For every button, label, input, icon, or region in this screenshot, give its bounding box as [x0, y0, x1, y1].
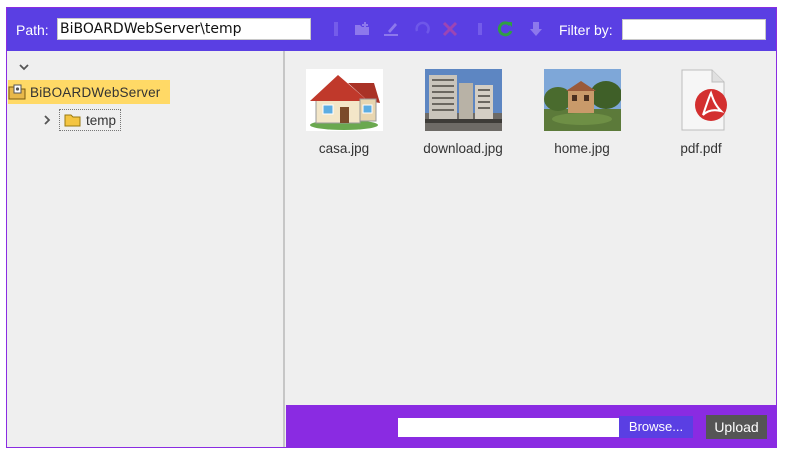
tree-node-temp[interactable]: temp	[59, 109, 122, 131]
file-name: casa.jpg	[318, 141, 370, 156]
file-name: pdf.pdf	[680, 141, 722, 156]
undo-icon[interactable]	[413, 20, 431, 38]
folder-tree: BiBOARDWebServer temp	[7, 51, 285, 447]
info-icon[interactable]	[471, 20, 489, 38]
file-item-download[interactable]: download.jpg	[408, 69, 518, 156]
refresh-icon[interactable]	[496, 20, 514, 38]
tree-item-label: temp	[86, 112, 117, 128]
filter-input[interactable]	[622, 19, 766, 40]
path-input[interactable]: BiBOARDWebServer\temp	[57, 18, 311, 40]
cut-icon[interactable]	[327, 20, 345, 38]
browse-button[interactable]: Browse...	[619, 416, 693, 438]
file-name: home.jpg	[554, 141, 610, 156]
chevron-down-icon[interactable]	[19, 63, 29, 71]
chevron-right-icon[interactable]	[43, 115, 51, 125]
file-item-home[interactable]: home.jpg	[527, 69, 637, 156]
file-item-pdf[interactable]: pdf.pdf	[646, 69, 756, 156]
filter-label: Filter by:	[559, 22, 613, 38]
rename-icon[interactable]	[382, 20, 400, 38]
file-name: download.jpg	[423, 141, 503, 156]
new-folder-icon[interactable]	[353, 20, 371, 38]
upload-bar: Browse... Upload	[286, 405, 776, 447]
villa-thumbnail	[543, 69, 621, 131]
folder-icon	[64, 114, 81, 127]
file-manager: Path: BiBOARDWebServer\temp Filter by: B…	[6, 7, 777, 448]
delete-icon[interactable]	[441, 20, 459, 38]
toolbar: Path: BiBOARDWebServer\temp Filter by:	[7, 8, 776, 51]
file-item-casa[interactable]: casa.jpg	[289, 69, 399, 156]
upload-file-field[interactable]	[398, 418, 619, 437]
server-folder-icon	[8, 84, 26, 100]
tree-root-node[interactable]: BiBOARDWebServer	[8, 80, 170, 104]
tree-item-temp[interactable]: temp	[43, 108, 122, 132]
file-list: casa.jpg download.jpg home.jpg pdf.pdf	[286, 51, 776, 405]
house-thumbnail	[305, 69, 383, 131]
path-label: Path:	[16, 22, 49, 38]
tree-root-label: BiBOARDWebServer	[30, 84, 161, 100]
buildings-thumbnail	[424, 69, 502, 131]
download-icon[interactable]	[527, 20, 545, 38]
upload-button[interactable]: Upload	[706, 415, 767, 439]
pdf-file-icon	[681, 69, 727, 131]
